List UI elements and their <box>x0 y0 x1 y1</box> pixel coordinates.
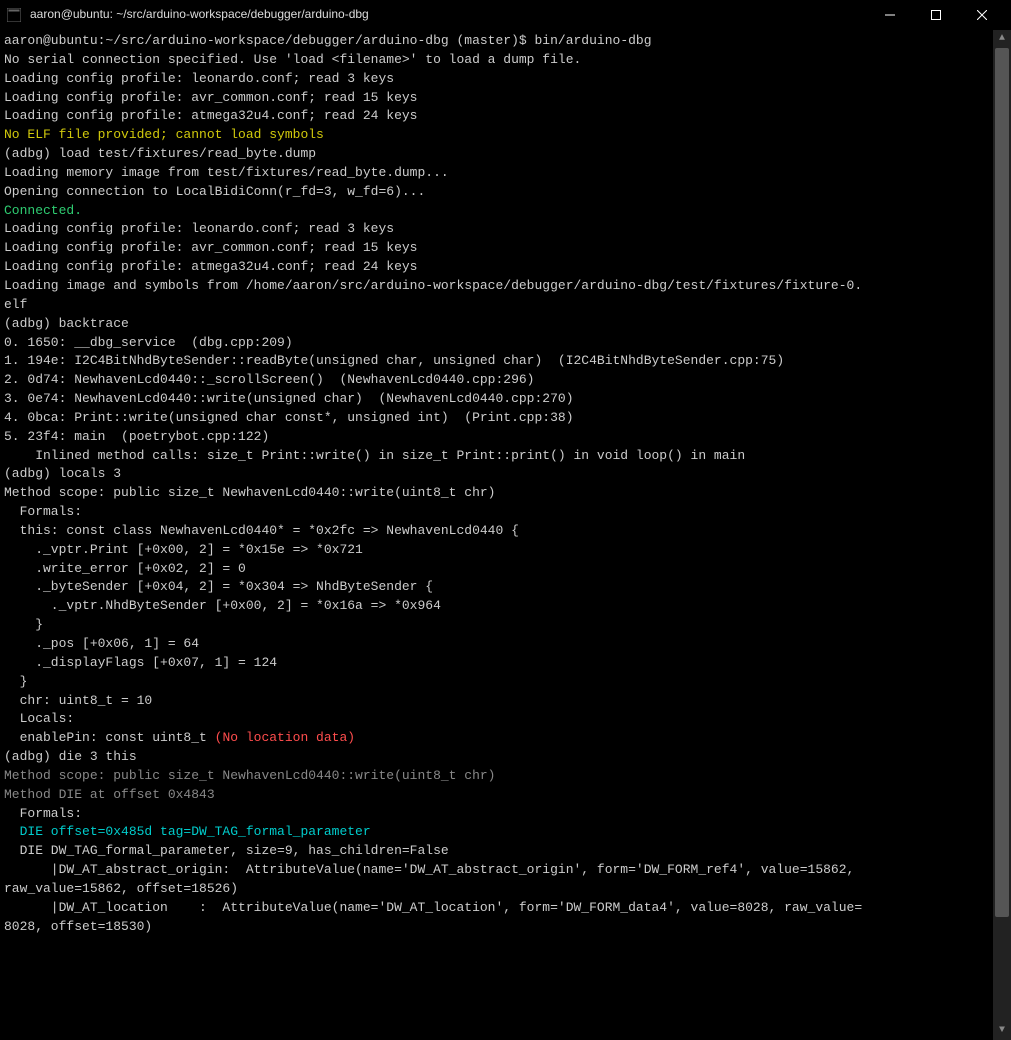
terminal-line: enablePin: const uint8_t (No location da… <box>4 729 989 748</box>
terminal-line: chr: uint8_t = 10 <box>4 692 989 711</box>
terminal-line: Loading memory image from test/fixtures/… <box>4 164 989 183</box>
terminal-line: |DW_AT_location : AttributeValue(name='D… <box>4 899 989 918</box>
terminal-line: Loading config profile: avr_common.conf;… <box>4 239 989 258</box>
terminal-line: Loading config profile: atmega32u4.conf;… <box>4 258 989 277</box>
terminal-line: ._vptr.NhdByteSender [+0x00, 2] = *0x16a… <box>4 597 989 616</box>
terminal-line: ._pos [+0x06, 1] = 64 <box>4 635 989 654</box>
scroll-up-icon[interactable]: ▲ <box>993 30 1011 48</box>
terminal-line: Loading config profile: leonardo.conf; r… <box>4 220 989 239</box>
terminal-line: 4. 0bca: Print::write(unsigned char cons… <box>4 409 989 428</box>
terminal-line: Method scope: public size_t NewhavenLcd0… <box>4 767 989 786</box>
minimize-button[interactable] <box>867 0 913 30</box>
terminal-line: (adbg) die 3 this <box>4 748 989 767</box>
terminal-line: raw_value=15862, offset=18526) <box>4 880 989 899</box>
terminal-line: 3. 0e74: NewhavenLcd0440::write(unsigned… <box>4 390 989 409</box>
terminal-line: ._displayFlags [+0x07, 1] = 124 <box>4 654 989 673</box>
terminal-line: Formals: <box>4 503 989 522</box>
terminal-line: ._vptr.Print [+0x00, 2] = *0x15e => *0x7… <box>4 541 989 560</box>
terminal-line: Loading config profile: avr_common.conf;… <box>4 89 989 108</box>
terminal-line: Formals: <box>4 805 989 824</box>
terminal-line: Method scope: public size_t NewhavenLcd0… <box>4 484 989 503</box>
terminal-line: (adbg) backtrace <box>4 315 989 334</box>
terminal-line: 8028, offset=18530) <box>4 918 989 937</box>
window-controls <box>867 0 1005 30</box>
terminal-line: Locals: <box>4 710 989 729</box>
terminal-icon <box>6 7 22 23</box>
terminal-line: 5. 23f4: main (poetrybot.cpp:122) <box>4 428 989 447</box>
close-button[interactable] <box>959 0 1005 30</box>
terminal-line: Loading config profile: leonardo.conf; r… <box>4 70 989 89</box>
terminal-line: No ELF file provided; cannot load symbol… <box>4 126 989 145</box>
terminal-line: Inlined method calls: size_t Print::writ… <box>4 447 989 466</box>
terminal-line: No serial connection specified. Use 'loa… <box>4 51 989 70</box>
terminal-line: 2. 0d74: NewhavenLcd0440::_scrollScreen(… <box>4 371 989 390</box>
scrollbar-thumb[interactable] <box>995 48 1009 917</box>
terminal-line: 0. 1650: __dbg_service (dbg.cpp:209) <box>4 334 989 353</box>
terminal-line: DIE offset=0x485d tag=DW_TAG_formal_para… <box>4 823 989 842</box>
window-title: aaron@ubuntu: ~/src/arduino-workspace/de… <box>30 6 867 23</box>
terminal-line: DIE DW_TAG_formal_parameter, size=9, has… <box>4 842 989 861</box>
terminal-line: elf <box>4 296 989 315</box>
scrollbar[interactable]: ▲ ▼ <box>993 30 1011 1040</box>
terminal-line: Loading image and symbols from /home/aar… <box>4 277 989 296</box>
scroll-down-icon[interactable]: ▼ <box>993 1022 1011 1040</box>
terminal-line: Opening connection to LocalBidiConn(r_fd… <box>4 183 989 202</box>
terminal-line: |DW_AT_abstract_origin: AttributeValue(n… <box>4 861 989 880</box>
terminal: aaron@ubuntu:~/src/arduino-workspace/deb… <box>0 30 1011 1040</box>
terminal-line: 1. 194e: I2C4BitNhdByteSender::readByte(… <box>4 352 989 371</box>
terminal-content[interactable]: aaron@ubuntu:~/src/arduino-workspace/deb… <box>0 30 993 1040</box>
terminal-line: Connected. <box>4 202 989 221</box>
titlebar: aaron@ubuntu: ~/src/arduino-workspace/de… <box>0 0 1011 30</box>
terminal-line: this: const class NewhavenLcd0440* = *0x… <box>4 522 989 541</box>
terminal-line: } <box>4 673 989 692</box>
terminal-line: } <box>4 616 989 635</box>
maximize-button[interactable] <box>913 0 959 30</box>
terminal-line: Method DIE at offset 0x4843 <box>4 786 989 805</box>
terminal-line: ._byteSender [+0x04, 2] = *0x304 => NhdB… <box>4 578 989 597</box>
terminal-line: (adbg) load test/fixtures/read_byte.dump <box>4 145 989 164</box>
terminal-line: (adbg) locals 3 <box>4 465 989 484</box>
terminal-line: Loading config profile: atmega32u4.conf;… <box>4 107 989 126</box>
terminal-line: aaron@ubuntu:~/src/arduino-workspace/deb… <box>4 32 989 51</box>
terminal-line: .write_error [+0x02, 2] = 0 <box>4 560 989 579</box>
